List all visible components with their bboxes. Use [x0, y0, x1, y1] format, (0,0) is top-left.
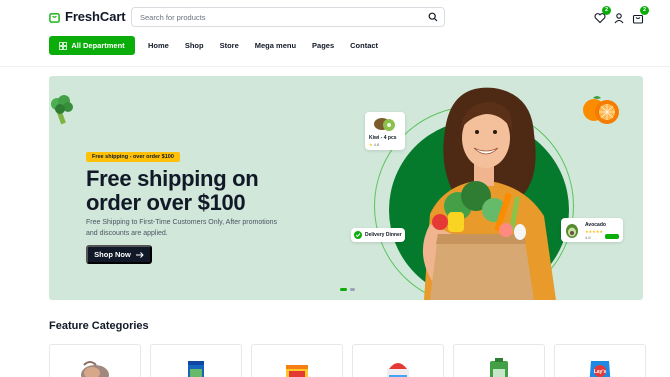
nav-item-store[interactable]: Store — [220, 41, 239, 50]
nav-item-contact[interactable]: Contact — [350, 41, 378, 50]
hero-subtitle: Free Shipping to First-Time Customers On… — [86, 219, 278, 237]
search-input[interactable] — [140, 8, 420, 26]
delivery-card-title: Delivery Dinner — [365, 232, 402, 238]
avocado-product-card[interactable]: Avocado ★★★★★ 4.6 — [561, 218, 623, 242]
category-card[interactable]: Lay's — [554, 344, 646, 377]
kiwi-rating-value: 4.8 — [373, 142, 380, 147]
feature-categories-title: Feature Categories — [49, 320, 149, 332]
chicken-meat-image — [81, 361, 109, 377]
main-nav: All Department Home Shop Store Mega menu… — [49, 36, 378, 55]
category-card[interactable] — [150, 344, 242, 377]
svg-text:Lay's: Lay's — [594, 369, 607, 375]
carousel-indicators — [340, 288, 355, 291]
nav-item-mega-menu[interactable]: Mega menu — [255, 41, 296, 50]
nav-item-pages[interactable]: Pages — [312, 41, 334, 50]
category-list: Lay's — [49, 344, 646, 377]
add-to-cart-button[interactable] — [605, 234, 619, 239]
wishlist-button[interactable]: 2 — [594, 6, 611, 24]
avocado-card-title: Avocado — [585, 222, 606, 228]
user-icon — [614, 13, 624, 24]
carousel-dot-2[interactable] — [350, 288, 355, 291]
cart-count-badge: 2 — [640, 6, 649, 15]
bakery-pack-image — [286, 365, 308, 377]
all-department-button[interactable]: All Department — [49, 36, 135, 55]
kiwi-icon — [374, 118, 395, 131]
search-bar — [131, 7, 445, 27]
all-department-label: All Department — [71, 41, 125, 50]
category-card[interactable] — [49, 344, 141, 377]
site-header: FreshCart 2 2 — [0, 0, 670, 67]
check-icon — [354, 231, 362, 239]
kiwi-rating: ★ 4.8 — [369, 142, 379, 147]
delivery-dinner-card[interactable]: Delivery Dinner — [351, 228, 405, 242]
brand-name: FreshCart — [65, 9, 126, 24]
carousel-dot-1[interactable] — [340, 288, 347, 291]
woman-with-groceries-image — [422, 87, 556, 300]
avocado-rating-value: 4.6 — [585, 235, 591, 240]
orange-icon — [583, 96, 619, 124]
arrow-right-icon — [135, 251, 144, 258]
hero-banner: Free shipping - over order $100 Free shi… — [49, 76, 643, 300]
chips-bag-image: Lay's — [589, 361, 611, 377]
cake-box-image — [387, 363, 409, 377]
account-button[interactable] — [613, 11, 625, 24]
category-card[interactable] — [251, 344, 343, 377]
avocado-stars: ★★★★★ — [585, 229, 603, 234]
category-card[interactable] — [453, 344, 545, 377]
broccoli-icon — [51, 95, 73, 125]
nav-item-home[interactable]: Home — [148, 41, 169, 50]
shop-now-button[interactable]: Shop Now — [86, 245, 152, 264]
star-icon: ★ — [369, 142, 373, 147]
grid-icon — [59, 41, 68, 50]
nav-item-shop[interactable]: Shop — [185, 41, 204, 50]
search-icon[interactable] — [428, 12, 438, 22]
hero-title: Free shipping on order over $100 — [86, 166, 259, 215]
logo[interactable]: FreshCart — [49, 9, 126, 24]
vegetable-pack-image — [490, 358, 508, 377]
shipping-badge: Free shipping - over order $100 — [86, 152, 180, 162]
bag-logo-icon — [49, 12, 60, 23]
kiwi-card-title: Kiwi - 4 pcs — [369, 135, 397, 141]
cart-button[interactable]: 2 — [632, 6, 649, 24]
shop-now-label: Shop Now — [94, 250, 131, 259]
snack-bag-image — [188, 361, 204, 377]
category-card[interactable] — [352, 344, 444, 377]
wishlist-count-badge: 2 — [602, 6, 611, 15]
kiwi-product-card[interactable]: Kiwi - 4 pcs ★ 4.8 — [365, 112, 405, 150]
avocado-icon — [566, 224, 578, 238]
